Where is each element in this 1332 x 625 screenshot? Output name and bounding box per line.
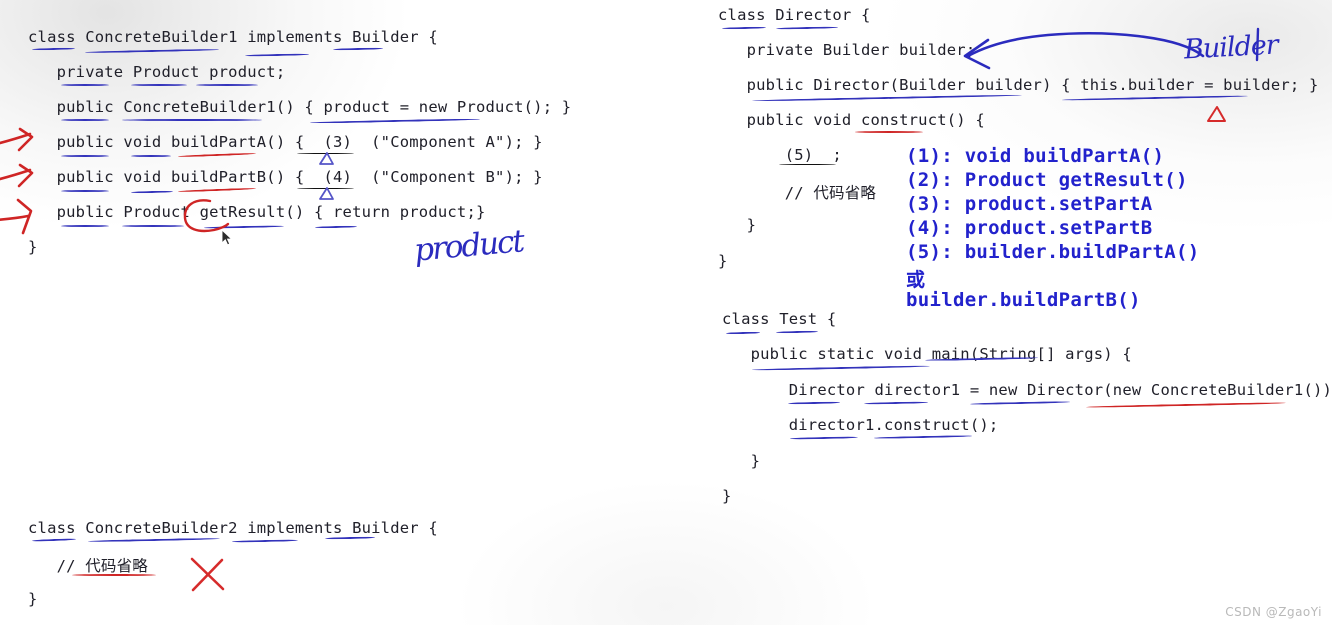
answer-item-4: (4): product.setPartB [906,217,1153,239]
caret-triangle-icon-4 [319,187,334,200]
blank-rule-5 [779,164,836,165]
blank-rule-4 [297,188,354,189]
code-line-director-closebrace: } [718,216,757,234]
ink-underline-new-concretebuilder1 [1086,401,1286,409]
ink-underline-buildpartb [177,187,257,193]
answer-item-alt: builder.buildPartB() [906,289,1141,311]
code-line-builder1-buildparta: public void buildPartA() { (3) ("Compone… [28,133,543,151]
ink-underline-return-product [314,225,358,229]
code-line-director-close: } [718,252,728,270]
ink-underline-director1-call [789,436,859,440]
ink-underline-director-ctor-sig [752,94,1022,102]
ink-underline-product-var [196,84,258,86]
ink-underline-construct-call [873,434,973,440]
answer-item-3: (3): product.setPartA [906,193,1153,215]
ink-underline-public-kw-1 [61,119,109,121]
answer-item-or: 或 [906,269,926,291]
answer-item-5: (5): builder.buildPartA() [906,241,1200,263]
ink-underline-class-kw-director [721,26,767,30]
ink-underline-public-kw-3 [61,190,109,192]
code-line-builder1-buildpartb: public void buildPartB() { (4) ("Compone… [28,168,543,186]
code-line-builder2-close: } [28,590,38,608]
ink-underline-public-kw-4 [61,225,109,227]
ink-underline-private-kw [61,84,109,86]
code-line-test-closebrace: } [722,452,761,470]
ink-underline-this-builder-assign [1061,95,1249,101]
code-line-builder1-field: private Product product; [28,63,286,81]
caret-triangle-icon-3 [319,152,334,165]
ink-underline-new-product [309,118,481,124]
ink-underline-concretebuilder2 [87,537,221,543]
code-line-builder1-ctor: public ConcreteBuilder1() { product = ne… [28,98,572,116]
code-line-director-field: private Builder builder; [718,41,976,59]
ink-underline-buildparta [177,152,257,158]
ink-underline-director-type [787,401,841,405]
ink-underline-builder-type [332,47,384,51]
ink-underline-implements [244,53,310,57]
ink-underline-public-kw-2 [61,155,109,157]
ink-underline-concretebuilder1 [84,48,220,54]
ink-underline-class-kw-test [725,331,761,335]
whiteboard-canvas: class ConcreteBuilder1 implements Builde… [0,0,1332,625]
ink-underline-new-director [969,400,1071,406]
ink-underline-class-kw-2 [31,538,77,542]
answer-item-1: (1): void buildPartA() [906,145,1165,167]
code-line-test-new-director: Director director1 = new Director(new Co… [722,381,1332,399]
ink-underline-class-kw [31,47,76,51]
code-line-test-main: public static void main(String[] args) { [722,345,1132,363]
code-line-builder1-class: class ConcreteBuilder1 implements Builde… [28,28,438,46]
code-line-director-ctor: public Director(Builder builder) { this.… [718,76,1319,94]
mouse-cursor-icon [221,229,233,246]
code-line-director-comment: // 代码省略 [718,184,877,202]
ink-underline-ctor-name [122,119,262,121]
blank-rule-3 [297,153,354,154]
code-line-director-construct: public void construct() { [718,111,985,129]
ink-underline-product-rettype [122,225,184,227]
ink-underline-construct [855,131,923,133]
ink-underline-main-signature [751,365,931,371]
ink-underline-void-kw-1 [131,155,171,157]
handwriting-builder-note: Builder [1183,29,1279,66]
code-line-test-class: class Test { [722,310,837,328]
code-line-test-construct-call: director1.construct(); [722,416,999,434]
code-line-builder1-getresult: public Product getResult() { return prod… [28,203,486,221]
ink-underline-product-type [131,84,187,86]
caret-triangle-icon-red [1207,106,1226,122]
code-line-test-close: } [722,487,732,505]
watermark-text: CSDN @ZgaoYi [1225,605,1322,619]
code-line-builder2-comment: // 代码省略 [28,557,148,575]
ink-underline-director1-var [863,401,929,405]
code-line-builder2-class: class ConcreteBuilder2 implements Builde… [28,519,438,537]
handwriting-builder-stroke [1255,27,1260,62]
red-cross-icon [190,557,225,592]
code-line-director-blank5: (5) ; [718,146,842,164]
blue-arrow-icon-builder-ref [963,32,1205,70]
ink-underline-void-kw-2 [130,190,174,194]
answer-item-2: (2): Product getResult() [906,169,1188,191]
ink-underline-director-name [775,26,839,30]
code-line-builder1-close: } [28,238,38,256]
ink-underline-test-name [775,330,819,334]
ink-underline-implements-2 [231,539,299,543]
code-line-director-class: class Director { [718,6,871,24]
ink-underline-getresult [203,225,285,229]
handwriting-product-note: product [412,223,525,269]
